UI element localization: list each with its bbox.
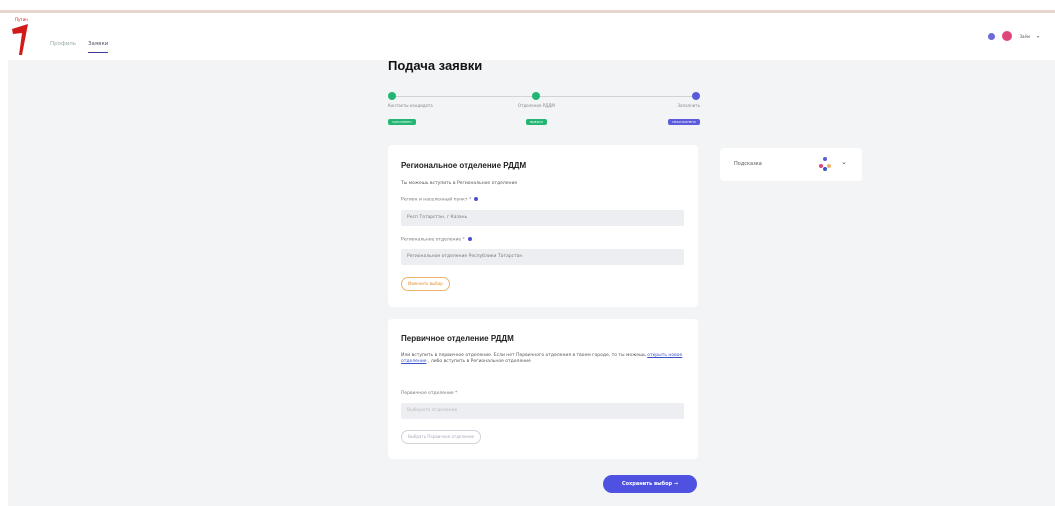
region-field[interactable]: Респ Татарстан, г Казань [401,210,684,226]
step-dot [388,92,396,100]
main-content: Подача заявки Контакты кандидата ЗАПОЛНЕ… [8,58,1055,506]
logo-mark-icon [12,24,28,55]
app-header: Путин Профиль Заявки Заём ▾ [0,13,1055,60]
primary-card: Первичное отделение РДДМ Или вступить в … [388,319,698,459]
help-icon[interactable] [467,237,472,241]
header-user-area: Заём ▾ [988,31,1039,41]
select-primary-button[interactable]: Выбрать Первичное отделение [401,430,482,444]
step-label: Заполнить [677,103,700,108]
step-department: Отделение РДДМ ВЫБРАН [518,92,555,127]
step-label: Контакты кандидата [388,103,433,108]
regional-dept-field[interactable]: Региональное отделение Республики Татарс… [401,249,684,265]
save-choice-button[interactable]: Сохранить выбор → [603,475,697,493]
primary-dept-label: Первичное отделение * [401,391,458,396]
help-icon[interactable] [474,197,479,201]
step-label: Отделение РДДМ [518,103,555,108]
logo[interactable]: Путин [8,17,32,57]
hint-dots-icon [819,157,831,171]
regional-description: Ты можешь вступить в Региональное отделе… [401,181,518,186]
stepper: Контакты кандидата ЗАПОЛНЕНО Отделение Р… [388,92,700,132]
regional-title: Региональное отделение РДДМ [401,161,527,170]
primary-title: Первичное отделение РДДМ [401,334,514,343]
step-contacts: Контакты кандидата ЗАПОЛНЕНО [388,92,433,127]
change-choice-button[interactable]: Изменить выбор [401,277,450,291]
region-label: Регион и населенный пункт * [401,197,479,203]
region-label-text: Регион и населенный пункт * [401,197,472,203]
regional-card: Региональное отделение РДДМ Ты можешь вс… [388,145,698,307]
logo-text: Путин [15,17,28,22]
step-badge: НЕЗАПОЛНЕНО [668,119,700,125]
dept-label: Региональное отделение * [401,237,472,243]
nav-applications[interactable]: Заявки [88,41,109,53]
avatar[interactable] [1002,31,1013,41]
main-nav: Профиль Заявки [50,41,109,53]
dept-label-text: Региональное отделение * [401,237,465,243]
step-badge: ВЫБРАН [525,119,547,125]
hint-label: Подсказка [734,161,762,167]
primary-description: Или вступить в первичное отделение. Если… [401,353,686,365]
step-dot [532,92,541,100]
primary-dept-select[interactable]: Выберите отделение [401,403,684,419]
chevron-down-icon[interactable]: ▾ [1037,34,1039,39]
primary-desc-text: Или вступить в первичное отделение. Если… [401,353,648,358]
hint-panel[interactable]: Подсказка ⌄ [720,148,862,181]
notification-icon[interactable] [988,32,996,40]
nav-profile[interactable]: Профиль [50,41,76,53]
user-name[interactable]: Заём [1019,34,1030,39]
chevron-down-icon[interactable]: ⌄ [841,158,847,166]
step-badge: ЗАПОЛНЕНО [388,119,416,125]
step-fill: Заполнить НЕЗАПОЛНЕНО [660,92,700,127]
step-dot [692,92,700,100]
primary-desc-text-end: , либо вступить в Региональное отделение [426,359,531,364]
page-title: Подача заявки [388,58,483,73]
